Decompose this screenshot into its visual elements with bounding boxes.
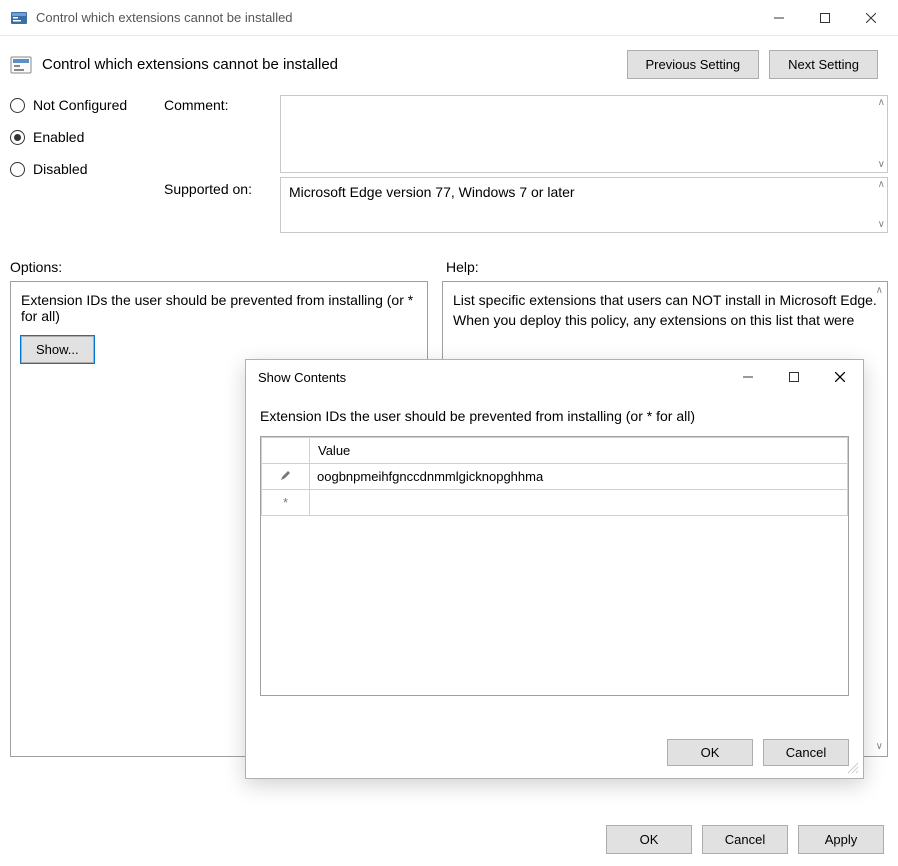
comment-textbox[interactable]: ∧ ∨ (280, 95, 888, 173)
titlebar: Control which extensions cannot be insta… (0, 0, 898, 36)
radio-label: Not Configured (33, 97, 127, 113)
dialog-minimize-button[interactable] (725, 362, 771, 392)
ok-button[interactable]: OK (606, 825, 692, 854)
scroll-down-icon[interactable]: ∨ (878, 220, 885, 230)
new-row-marker: * (262, 490, 310, 516)
options-description: Extension IDs the user should be prevent… (21, 292, 417, 324)
show-button[interactable]: Show... (21, 336, 94, 363)
grid-column-value: Value (310, 438, 848, 464)
radio-enabled[interactable]: Enabled (10, 129, 156, 145)
dialog-titlebar: Show Contents (246, 360, 863, 394)
radio-label: Disabled (33, 161, 87, 177)
window-title: Control which extensions cannot be insta… (36, 10, 756, 25)
scroll-up-icon[interactable]: ∧ (878, 180, 885, 190)
supported-on-label: Supported on: (164, 177, 272, 197)
dialog-title: Show Contents (258, 370, 725, 385)
policy-icon (10, 54, 32, 76)
dialog-description: Extension IDs the user should be prevent… (260, 408, 849, 424)
resize-grip-icon[interactable] (845, 760, 859, 774)
dialog-cancel-button[interactable]: Cancel (763, 739, 849, 766)
supported-on-textbox: Microsoft Edge version 77, Windows 7 or … (280, 177, 888, 233)
radio-not-configured[interactable]: Not Configured (10, 97, 156, 113)
close-button[interactable] (848, 2, 894, 34)
maximize-button[interactable] (802, 2, 848, 34)
radio-icon (10, 98, 25, 113)
scroll-down-icon[interactable]: ∨ (876, 742, 883, 752)
empty-cell[interactable] (310, 490, 848, 516)
radio-disabled[interactable]: Disabled (10, 161, 156, 177)
scroll-up-icon[interactable]: ∧ (876, 286, 883, 296)
edit-row-icon (262, 464, 310, 490)
values-grid[interactable]: Value * (260, 436, 849, 696)
dialog-close-button[interactable] (817, 362, 863, 392)
grid-corner-header (262, 438, 310, 464)
grid-row[interactable] (262, 464, 848, 490)
next-setting-button[interactable]: Next Setting (769, 50, 878, 79)
scroll-up-icon[interactable]: ∧ (878, 98, 885, 108)
dialog-maximize-button[interactable] (771, 362, 817, 392)
help-text: List specific extensions that users can … (453, 292, 877, 328)
minimize-button[interactable] (756, 2, 802, 34)
apply-button[interactable]: Apply (798, 825, 884, 854)
show-contents-dialog: Show Contents Extension IDs the user sho… (245, 359, 864, 779)
value-input[interactable] (311, 465, 846, 488)
dialog-ok-button[interactable]: OK (667, 739, 753, 766)
supported-on-text: Microsoft Edge version 77, Windows 7 or … (289, 184, 575, 200)
radio-icon (10, 162, 25, 177)
radio-label: Enabled (33, 129, 84, 145)
comment-label: Comment: (164, 95, 272, 113)
previous-setting-button[interactable]: Previous Setting (627, 50, 760, 79)
cancel-button[interactable]: Cancel (702, 825, 788, 854)
header-row: Control which extensions cannot be insta… (0, 36, 898, 89)
grid-new-row[interactable]: * (262, 490, 848, 516)
options-label: Options: (10, 259, 428, 275)
radio-icon (10, 130, 25, 145)
policy-title: Control which extensions cannot be insta… (42, 56, 627, 73)
scroll-down-icon[interactable]: ∨ (878, 160, 885, 170)
help-label: Help: (428, 259, 888, 275)
app-icon (10, 9, 28, 27)
